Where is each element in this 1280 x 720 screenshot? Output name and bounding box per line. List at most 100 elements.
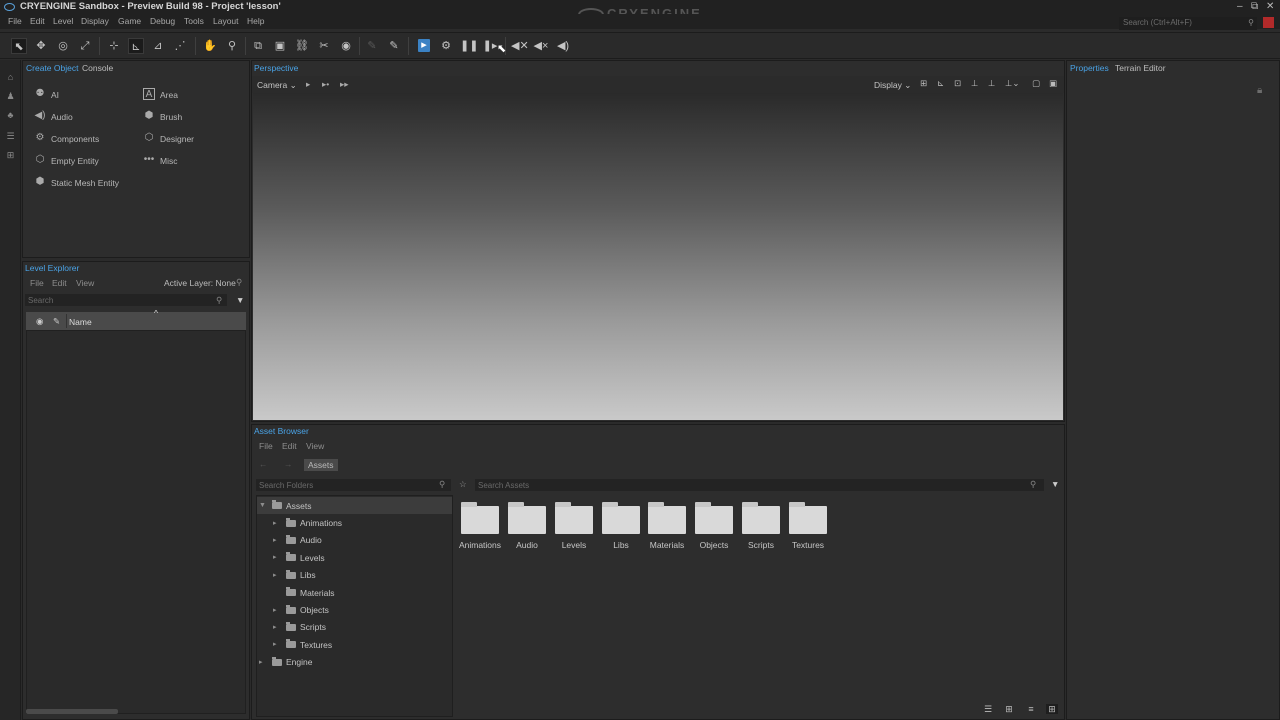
maximize-button[interactable]: ⧉ [1251, 1, 1258, 12]
filter-icon[interactable]: ▼ [1051, 479, 1059, 489]
tab-console[interactable]: Console [82, 63, 113, 73]
flowgraph-icon[interactable]: ⊞ [5, 150, 16, 161]
notification-icon[interactable] [1263, 17, 1274, 28]
level-search-input[interactable]: Search [25, 294, 227, 306]
expand-arrow-icon[interactable]: ▸ [273, 606, 277, 614]
expand-arrow-icon[interactable]: ▸ [273, 553, 277, 561]
expand-arrow-icon[interactable]: ▸ [273, 571, 277, 579]
global-search-input[interactable]: Search (Ctrl+Alt+F) ⚲ [1119, 17, 1257, 30]
favorite-star-icon[interactable]: ☆ [459, 479, 467, 490]
scale-tool-icon[interactable]: ⤢ [77, 38, 93, 54]
terrain-snap-icon[interactable]: ⊥ [971, 78, 978, 89]
folder-icon[interactable] [602, 502, 640, 534]
tab-create-object[interactable]: Create Object [26, 63, 78, 73]
level-scrollbar[interactable] [26, 709, 118, 714]
menu-layout[interactable]: Layout [213, 16, 239, 26]
tree-item-materials[interactable]: Materials [300, 588, 334, 598]
layer-icon[interactable]: ☰ [5, 131, 16, 142]
grid-icon[interactable]: ⊞ [920, 78, 927, 89]
3d-viewport[interactable] [253, 93, 1063, 420]
object-area[interactable]: Area [160, 90, 178, 100]
tree-item-scripts[interactable]: Scripts [300, 622, 326, 632]
expand-arrow-icon[interactable]: ▸ [273, 640, 277, 648]
level-menu-view[interactable]: View [76, 278, 94, 288]
tree-item-animations[interactable]: Animations [300, 518, 342, 528]
asset-browser-title[interactable]: Asset Browser [254, 426, 309, 436]
folder-icon[interactable] [742, 502, 780, 534]
expand-arrow-icon[interactable]: ▼ [259, 502, 266, 509]
move-tool-icon[interactable]: ✥ [33, 38, 49, 54]
asset-folder-textures[interactable]: Textures [778, 540, 838, 550]
terrain-icon[interactable]: ⌂ [5, 72, 16, 83]
level-menu-edit[interactable]: Edit [52, 278, 67, 288]
asset-menu-file[interactable]: File [259, 441, 273, 451]
folder-icon[interactable] [695, 502, 733, 534]
expand-arrow-icon[interactable]: ▸ [259, 658, 263, 666]
unlink-icon[interactable]: ✂ [316, 38, 332, 54]
menu-display[interactable]: Display [81, 16, 109, 26]
menu-level[interactable]: Level [53, 16, 73, 26]
list-view-icon[interactable]: ≡ [1025, 704, 1037, 714]
breadcrumb-assets[interactable]: Assets [304, 459, 338, 471]
tree-item-audio[interactable]: Audio [300, 535, 322, 545]
step-icon[interactable]: ❚▸ [482, 38, 498, 54]
menu-game[interactable]: Game [118, 16, 141, 26]
camera-speed-icon[interactable]: ▸▸ [340, 79, 349, 90]
back-arrow-icon[interactable]: ← [259, 459, 268, 469]
pause-icon[interactable]: ❚❚ [460, 38, 478, 54]
menu-file[interactable]: File [8, 16, 22, 26]
rotate-tool-icon[interactable]: ◎ [55, 38, 71, 54]
close-button[interactable]: ✕ [1266, 1, 1274, 12]
asset-menu-view[interactable]: View [306, 441, 324, 451]
snap-scale-icon[interactable]: ⊿ [150, 38, 166, 54]
asset-search-input[interactable]: Search Assets [475, 479, 1044, 491]
expand-arrow-icon[interactable]: ▸ [273, 623, 277, 631]
display-dropdown[interactable]: Display ⌄ [874, 80, 911, 91]
thumbnail-view-icon[interactable]: ⊞ [1003, 704, 1015, 714]
lock-icon[interactable]: 🔒︎ [1257, 85, 1267, 96]
game-mode-icon[interactable]: ▸ [418, 39, 430, 52]
tree-item-objects[interactable]: Objects [300, 605, 329, 615]
tree-item-libs[interactable]: Libs [300, 570, 316, 580]
select-all-icon[interactable]: ⧉ [250, 38, 266, 54]
pick-object-icon[interactable]: ✋ [202, 38, 218, 54]
tree-item-assets[interactable]: Assets [286, 501, 312, 511]
maximize-viewport-icon[interactable]: ▢ [1032, 78, 1040, 89]
lock-column-icon[interactable]: ✎ [53, 316, 60, 327]
character-icon[interactable]: ♟ [5, 91, 16, 102]
tree-item-levels[interactable]: Levels [300, 553, 325, 563]
folder-icon[interactable] [555, 502, 593, 534]
snap-vertex-icon[interactable]: ⋰ [172, 38, 188, 54]
tab-perspective[interactable]: Perspective [254, 63, 298, 73]
volume-icon[interactable]: ◀) [555, 38, 571, 54]
physics-icon[interactable]: ◉ [338, 38, 354, 54]
folder-icon[interactable] [508, 502, 546, 534]
expand-arrow-icon[interactable]: ▸ [273, 536, 277, 544]
tab-properties[interactable]: Properties [1070, 63, 1109, 73]
level-explorer-title[interactable]: Level Explorer [25, 263, 79, 273]
layer-search-icon[interactable]: ⚲ [236, 277, 242, 288]
viewport-options-icon[interactable]: ▣ [1049, 78, 1057, 89]
object-misc[interactable]: Misc [160, 156, 177, 166]
zoom-icon[interactable]: ⚲ [224, 38, 240, 54]
angle-snap-icon[interactable]: ⊾ [937, 78, 944, 89]
minimize-button[interactable]: – [1237, 1, 1243, 12]
visibility-icon[interactable]: ◉ [36, 316, 43, 327]
link-icon[interactable]: ⛓ [294, 38, 310, 54]
tab-terrain-editor[interactable]: Terrain Editor [1115, 63, 1166, 73]
object-designer[interactable]: Designer [160, 134, 194, 144]
menu-edit[interactable]: Edit [30, 16, 45, 26]
filter-icon[interactable]: ▼ [236, 295, 244, 305]
folder-icon[interactable] [789, 502, 827, 534]
volume-off-icon[interactable]: ◀× [533, 38, 549, 54]
object-empty-entity[interactable]: Empty Entity [51, 156, 99, 166]
object-components[interactable]: Components [51, 134, 99, 144]
folder-search-input[interactable]: Search Folders [256, 479, 451, 491]
object-brush[interactable]: Brush [160, 112, 182, 122]
normal-snap-icon[interactable]: ⊥⌄ [1005, 78, 1020, 89]
select-tool-icon[interactable]: ⬉ [11, 38, 27, 54]
snap-grid-icon[interactable]: ⊹ [106, 38, 122, 54]
object-audio[interactable]: Audio [51, 112, 73, 122]
column-name[interactable]: Name [69, 317, 92, 327]
level-menu-file[interactable]: File [30, 278, 44, 288]
